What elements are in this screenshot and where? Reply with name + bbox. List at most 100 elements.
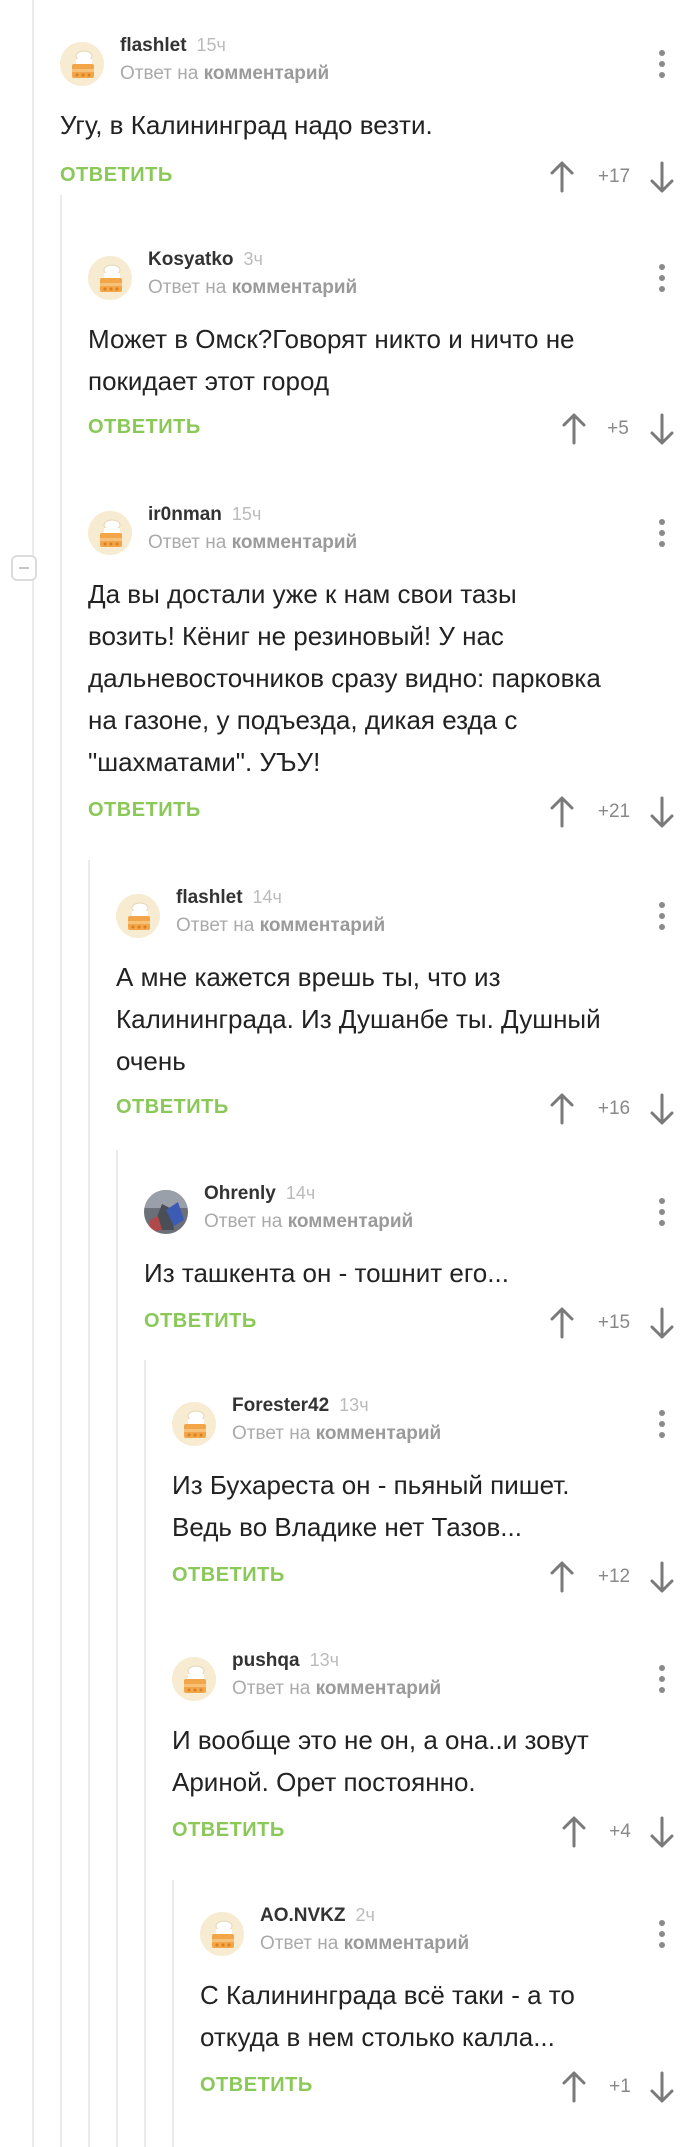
comment: flashlet 14ч Ответ на комментарий А мне к… (116, 878, 680, 1148)
reply-to-label: Ответ на комментарий (232, 1678, 442, 1699)
comment-username[interactable]: Ohrenly 14ч (204, 1183, 315, 1205)
avatar[interactable] (116, 894, 160, 938)
comment-time: 15ч (231, 504, 262, 524)
comment-username[interactable]: flashlet 15ч (120, 35, 226, 57)
reply-to-label: Ответ на комментарий (148, 277, 358, 298)
comment-time: 14ч (285, 1183, 316, 1203)
upvote-arrow-icon[interactable] (560, 1815, 588, 1849)
reply-button[interactable]: ОТВЕТИТЬ (200, 2074, 313, 2097)
comment: Kosyatko 3ч Ответ на комментарий Может в … (88, 240, 680, 460)
comment-time: 13ч (339, 1395, 369, 1415)
thread-line (32, 0, 34, 2147)
reply-button[interactable]: ОТВЕТИТЬ (116, 1096, 229, 1119)
upvote-arrow-icon[interactable] (560, 2070, 588, 2104)
comment-rating: +17 (597, 166, 631, 187)
comment-actions: ОТВЕТИТЬ +4 (172, 1815, 680, 1849)
comment-text: Из Бухареста он - пьяный пишет. Ведь во … (172, 1470, 570, 1542)
comment-text: И вообще это не он, а она..и зовут Арино… (172, 1725, 589, 1797)
comment-rating: +21 (597, 801, 631, 822)
reply-button[interactable]: ОТВЕТИТЬ (88, 799, 201, 822)
reply-button[interactable]: ОТВЕТИТЬ (172, 1819, 285, 1842)
reply-button[interactable]: ОТВЕТИТЬ (172, 1564, 285, 1587)
comment-username[interactable]: AO.NVKZ 2ч (260, 1905, 375, 1927)
reply-to-label: Ответ на комментарий (204, 1211, 414, 1232)
reply-to-label: Ответ на комментарий (148, 532, 358, 553)
comment-text: Угу, в Калининград надо везти. (60, 110, 433, 140)
comment-username[interactable]: Kosyatko 3ч (148, 249, 263, 271)
more-options-icon[interactable] (650, 898, 674, 932)
comment-time: 13ч (309, 1650, 339, 1670)
reply-to-label: Ответ на комментарий (260, 1933, 470, 1954)
downvote-arrow-icon[interactable] (648, 1815, 676, 1849)
downvote-arrow-icon[interactable] (648, 1092, 676, 1126)
downvote-arrow-icon[interactable] (648, 160, 676, 194)
comment-actions: ОТВЕТИТЬ +17 (60, 160, 680, 194)
reply-button[interactable]: ОТВЕТИТЬ (144, 1310, 257, 1333)
reply-to-label: Ответ на комментарий (232, 1423, 442, 1444)
downvote-arrow-icon[interactable] (648, 412, 676, 446)
more-options-icon[interactable] (650, 1916, 674, 1950)
comment-actions: ОТВЕТИТЬ +12 (172, 1560, 680, 1594)
downvote-arrow-icon[interactable] (648, 2070, 676, 2104)
avatar[interactable] (144, 1190, 188, 1234)
downvote-arrow-icon[interactable] (648, 1306, 676, 1340)
reply-to-link[interactable]: комментарий (204, 63, 330, 84)
upvote-arrow-icon[interactable] (548, 1092, 576, 1126)
more-options-icon[interactable] (650, 260, 674, 294)
avatar[interactable] (88, 511, 132, 555)
more-options-icon[interactable] (650, 1406, 674, 1440)
more-options-icon[interactable] (650, 46, 674, 80)
more-options-icon[interactable] (650, 515, 674, 549)
reply-to-link[interactable]: комментарий (232, 277, 358, 298)
upvote-arrow-icon[interactable] (560, 412, 588, 446)
upvote-arrow-icon[interactable] (548, 795, 576, 829)
comment-time: 3ч (243, 249, 263, 269)
reply-to-link[interactable]: комментарий (288, 1211, 414, 1232)
comment: ir0nman 15ч Ответ на комментарий Да вы до… (88, 495, 680, 845)
thread-line (116, 1150, 118, 2147)
comment-rating: +15 (597, 1312, 631, 1333)
thread-line (144, 1360, 146, 2147)
downvote-arrow-icon[interactable] (648, 1560, 676, 1594)
avatar[interactable] (88, 256, 132, 300)
collapse-thread-button[interactable] (11, 555, 37, 581)
comment-rating: +1 (609, 2076, 631, 2097)
comment-rating: +12 (597, 1566, 631, 1587)
comment-rating: +16 (597, 1098, 631, 1119)
comment-rating: +4 (609, 1821, 631, 1842)
reply-to-link[interactable]: комментарий (316, 1423, 442, 1444)
comment-text: Да вы достали уже к нам свои тазы возить… (88, 579, 601, 777)
comment-actions: ОТВЕТИТЬ +21 (88, 795, 680, 829)
comment-text: С Калининграда всё таки - а то откуда в … (200, 1980, 575, 2052)
comment: pushqa 13ч Ответ на комментарий И вообще … (172, 1641, 680, 1861)
thread-line (60, 195, 62, 2147)
reply-button[interactable]: ОТВЕТИТЬ (60, 164, 173, 187)
avatar[interactable] (172, 1402, 216, 1446)
comment-rating: +5 (607, 418, 629, 439)
comment: AO.NVKZ 2ч Ответ на комментарий С Калинин… (200, 1896, 680, 2116)
reply-to-link[interactable]: комментарий (316, 1678, 442, 1699)
reply-button[interactable]: ОТВЕТИТЬ (88, 416, 201, 439)
comment: Ohrenly 14ч Ответ на комментарий Из ташке… (144, 1174, 680, 1354)
downvote-arrow-icon[interactable] (648, 795, 676, 829)
avatar[interactable] (60, 42, 104, 86)
reply-to-link[interactable]: комментарий (232, 532, 358, 553)
avatar[interactable] (172, 1657, 216, 1701)
comment-actions: ОТВЕТИТЬ +1 (200, 2070, 680, 2104)
upvote-arrow-icon[interactable] (548, 160, 576, 194)
more-options-icon[interactable] (650, 1194, 674, 1228)
comment-username[interactable]: ir0nman 15ч (148, 504, 261, 526)
comment-time: 15ч (196, 35, 226, 55)
upvote-arrow-icon[interactable] (548, 1560, 576, 1594)
upvote-arrow-icon[interactable] (548, 1306, 576, 1340)
comment: Forester42 13ч Ответ на комментарий Из Бу… (172, 1386, 680, 1606)
comment-username[interactable]: flashlet 14ч (176, 887, 282, 909)
comment-username[interactable]: pushqa 13ч (232, 1650, 339, 1672)
thread-line (88, 860, 90, 2147)
avatar[interactable] (200, 1912, 244, 1956)
more-options-icon[interactable] (650, 1661, 674, 1695)
reply-to-link[interactable]: комментарий (260, 915, 386, 936)
reply-to-link[interactable]: комментарий (344, 1933, 470, 1954)
comment: flashlet 15ч Ответ на комментарий Угу, в … (60, 26, 680, 196)
comment-username[interactable]: Forester42 13ч (232, 1395, 369, 1417)
